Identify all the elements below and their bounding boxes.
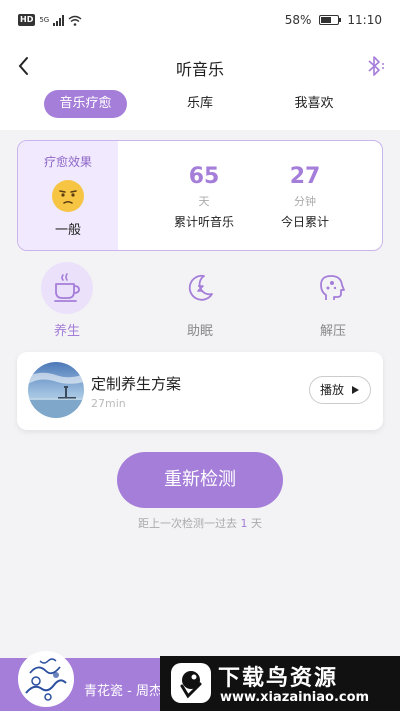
tab-library[interactable]: 乐库 bbox=[170, 90, 230, 118]
category-icon-bg bbox=[174, 262, 226, 314]
clock: 11:10 bbox=[347, 13, 382, 27]
status-bar: HD 5G 58% 11:10 bbox=[0, 0, 400, 44]
last-check-days: 1 bbox=[240, 517, 248, 530]
effect-label: 疗愈效果 bbox=[43, 155, 92, 169]
wifi-icon bbox=[68, 15, 82, 26]
retest-button[interactable]: 重新检测 bbox=[117, 452, 283, 508]
stat-today-minutes: 27 分钟 今日累计 bbox=[255, 163, 355, 230]
stat-number: 27 bbox=[289, 164, 321, 189]
lighthouse-image bbox=[28, 362, 84, 418]
moon-sleep-icon bbox=[188, 274, 213, 301]
category-label: 解压 bbox=[319, 324, 346, 339]
tab-music-therapy[interactable]: 音乐疗愈 bbox=[44, 90, 127, 118]
signal-icon bbox=[53, 14, 65, 26]
porcelain-cover-image bbox=[20, 653, 72, 705]
stat-total-days: 65 天 累计听音乐 bbox=[154, 163, 254, 230]
plan-title: 定制养生方案 bbox=[91, 375, 182, 393]
album-cover bbox=[18, 651, 74, 707]
last-check-suffix: 天 bbox=[251, 517, 262, 530]
tab-bar: 音乐疗愈 乐库 我喜欢 bbox=[0, 90, 400, 118]
stat-number: 65 bbox=[188, 164, 220, 189]
status-left: HD 5G bbox=[18, 14, 82, 26]
category-icon-bg bbox=[307, 262, 359, 314]
play-button[interactable]: 播放 bbox=[309, 376, 371, 404]
category-row: 养生 助眠 解压 bbox=[0, 262, 400, 342]
watermark: 下载鸟资源 www.xiazainiao.com bbox=[160, 656, 400, 711]
app-header: 听音乐 音乐疗愈 乐库 我喜欢 bbox=[0, 44, 400, 130]
bluetooth-icon bbox=[368, 56, 384, 76]
stat-description: 累计听音乐 bbox=[173, 215, 234, 229]
last-check-text: 距上一次检测一过去 1 天 bbox=[0, 515, 400, 531]
therapy-effect-card: 疗愈效果 一般 65 天 累计听音乐 27 分钟 今日累计 bbox=[17, 140, 383, 251]
last-check-prefix: 距上一次检测一过去 bbox=[138, 517, 237, 530]
watermark-url: www.xiazainiao.com bbox=[220, 690, 370, 705]
category-label: 助眠 bbox=[186, 324, 213, 339]
stat-description: 今日累计 bbox=[280, 215, 329, 229]
play-icon bbox=[352, 386, 359, 394]
hd-badge: HD bbox=[18, 14, 36, 26]
plan-duration: 27min bbox=[91, 397, 126, 410]
stat-unit: 天 bbox=[198, 195, 210, 208]
stat-unit: 分钟 bbox=[294, 195, 316, 208]
tab-favorites[interactable]: 我喜欢 bbox=[282, 90, 346, 118]
bird-logo-icon bbox=[171, 663, 211, 703]
tea-cup-icon bbox=[54, 273, 80, 302]
status-right: 58% 11:10 bbox=[285, 13, 382, 27]
effect-panel: 疗愈效果 一般 bbox=[18, 141, 118, 250]
effect-value: 一般 bbox=[54, 223, 81, 238]
play-label: 播放 bbox=[320, 383, 345, 397]
category-label: 养生 bbox=[53, 324, 80, 339]
head-relax-icon bbox=[320, 275, 345, 300]
category-icon-bg bbox=[41, 262, 93, 314]
battery-percent: 58% bbox=[284, 13, 312, 27]
custom-plan-card[interactable]: 定制养生方案 27min 播放 bbox=[17, 352, 383, 430]
category-wellness[interactable]: 养生 bbox=[37, 262, 97, 342]
plan-thumbnail bbox=[28, 362, 84, 418]
network-type: 5G bbox=[39, 16, 50, 24]
neutral-face-icon bbox=[52, 180, 84, 212]
page-title: 听音乐 bbox=[175, 60, 224, 79]
watermark-title: 下载鸟资源 bbox=[218, 666, 339, 691]
bluetooth-button[interactable] bbox=[364, 54, 386, 78]
category-stress-relief[interactable]: 解压 bbox=[303, 262, 363, 342]
battery-icon bbox=[319, 15, 342, 25]
category-sleep[interactable]: 助眠 bbox=[170, 262, 230, 342]
